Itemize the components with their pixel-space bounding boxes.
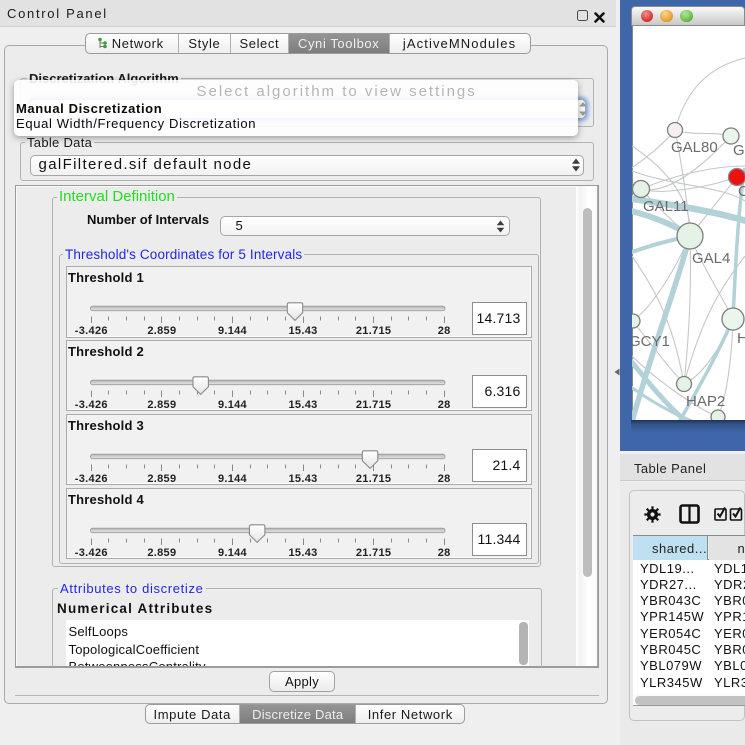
svg-text:9.144: 9.144 — [218, 546, 248, 558]
svg-text:9.144: 9.144 — [218, 472, 248, 484]
svg-text:21.715: 21.715 — [356, 398, 391, 410]
svg-text:2.859: 2.859 — [147, 546, 176, 558]
svg-text:28: 28 — [438, 325, 451, 337]
svg-text:15.43: 15.43 — [289, 546, 318, 558]
svg-text:-3.426: -3.426 — [75, 472, 108, 484]
svg-text:28: 28 — [438, 472, 451, 484]
svg-text:GAL11: GAL11 — [643, 198, 689, 215]
svg-text:2.859: 2.859 — [147, 398, 176, 410]
svg-text:21.715: 21.715 — [356, 325, 391, 337]
svg-text:15.43: 15.43 — [289, 398, 318, 410]
svg-text:H: H — [737, 330, 745, 347]
svg-text:2.859: 2.859 — [147, 472, 176, 484]
svg-text:-3.426: -3.426 — [75, 325, 108, 337]
svg-text:28: 28 — [438, 398, 451, 410]
svg-text:GAL4: GAL4 — [692, 250, 730, 267]
svg-text:GCY1: GCY1 — [632, 333, 670, 350]
svg-text:G.: G. — [733, 142, 745, 159]
svg-text:-3.426: -3.426 — [75, 398, 108, 410]
svg-text:15.43: 15.43 — [289, 472, 318, 484]
svg-text:HAP2: HAP2 — [686, 393, 725, 410]
svg-text:15.43: 15.43 — [289, 325, 318, 337]
svg-text:C: C — [738, 183, 745, 200]
svg-text:21.715: 21.715 — [356, 472, 391, 484]
svg-text:-3.426: -3.426 — [75, 546, 108, 558]
svg-text:21.715: 21.715 — [356, 546, 391, 558]
svg-text:28: 28 — [438, 546, 451, 558]
svg-text:9.144: 9.144 — [218, 398, 248, 410]
svg-text:GAL80: GAL80 — [671, 139, 718, 156]
svg-text:2.859: 2.859 — [147, 325, 176, 337]
svg-text:9.144: 9.144 — [218, 325, 248, 337]
